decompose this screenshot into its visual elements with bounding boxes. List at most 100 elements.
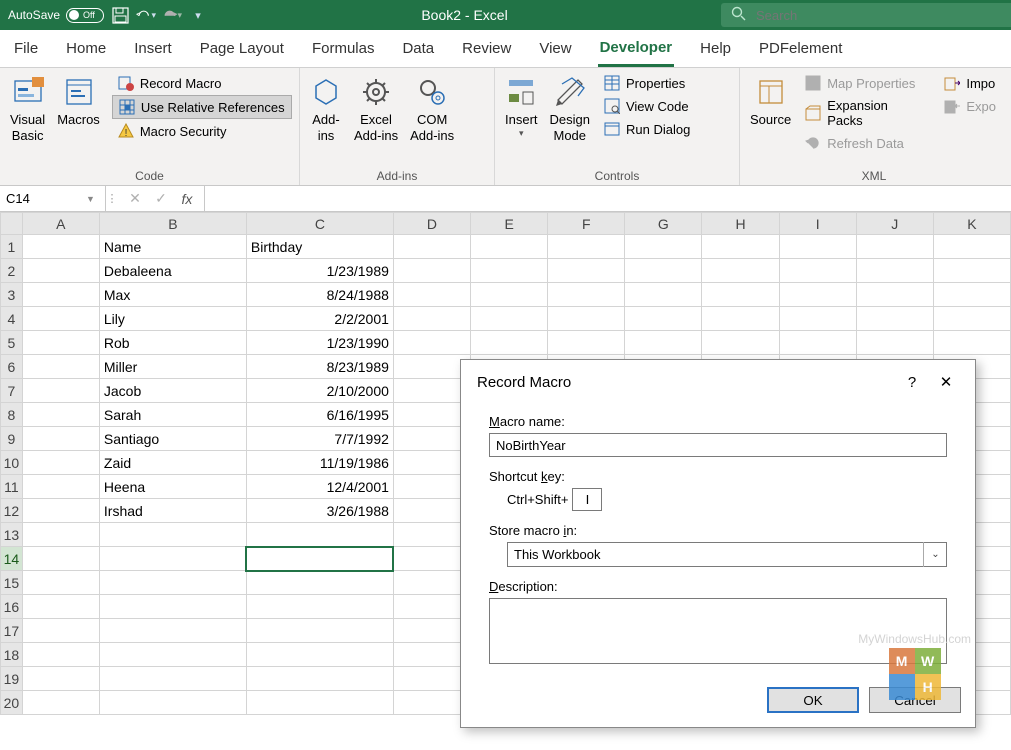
tab-pdfelement[interactable]: PDFelement bbox=[757, 32, 844, 65]
cell-D13[interactable] bbox=[393, 523, 470, 547]
cell-G4[interactable] bbox=[625, 307, 702, 331]
cell-D2[interactable] bbox=[393, 259, 470, 283]
description-textarea[interactable] bbox=[489, 598, 947, 664]
excel-addins-button[interactable]: Excel Add-ins bbox=[350, 72, 402, 167]
cell-J4[interactable] bbox=[856, 307, 933, 331]
cell-H5[interactable] bbox=[702, 331, 779, 355]
cell-F3[interactable] bbox=[548, 283, 625, 307]
cell-C8[interactable]: 6/16/1995 bbox=[246, 403, 393, 427]
cell-C2[interactable]: 1/23/1989 bbox=[246, 259, 393, 283]
col-header-G[interactable]: G bbox=[625, 213, 702, 235]
dialog-close-button[interactable]: ✕ bbox=[929, 373, 963, 391]
cell-C10[interactable]: 11/19/1986 bbox=[246, 451, 393, 475]
store-macro-select[interactable]: This Workbook bbox=[507, 542, 947, 567]
cell-J5[interactable] bbox=[856, 331, 933, 355]
tab-data[interactable]: Data bbox=[400, 32, 436, 65]
cell-B4[interactable]: Lily bbox=[99, 307, 246, 331]
search-box[interactable] bbox=[721, 3, 1011, 27]
cell-A20[interactable] bbox=[22, 691, 99, 715]
col-header-C[interactable]: C bbox=[246, 213, 393, 235]
name-box[interactable]: ▼ bbox=[0, 186, 106, 211]
cell-B15[interactable] bbox=[99, 571, 246, 595]
tab-review[interactable]: Review bbox=[460, 32, 513, 65]
cell-B12[interactable]: Irshad bbox=[99, 499, 246, 523]
cell-C1[interactable]: Birthday bbox=[246, 235, 393, 259]
cell-C4[interactable]: 2/2/2001 bbox=[246, 307, 393, 331]
cell-C14[interactable] bbox=[246, 547, 393, 571]
cell-F4[interactable] bbox=[548, 307, 625, 331]
cell-I1[interactable] bbox=[779, 235, 856, 259]
cell-D10[interactable] bbox=[393, 451, 470, 475]
cell-D17[interactable] bbox=[393, 619, 470, 643]
name-box-input[interactable] bbox=[6, 191, 82, 206]
cell-D19[interactable] bbox=[393, 667, 470, 691]
cell-B5[interactable]: Rob bbox=[99, 331, 246, 355]
row-header-11[interactable]: 11 bbox=[1, 475, 23, 499]
col-header-H[interactable]: H bbox=[702, 213, 779, 235]
cell-D8[interactable] bbox=[393, 403, 470, 427]
col-header-A[interactable]: A bbox=[22, 213, 99, 235]
cell-A6[interactable] bbox=[22, 355, 99, 379]
cell-E2[interactable] bbox=[471, 259, 548, 283]
cell-D3[interactable] bbox=[393, 283, 470, 307]
shortcut-key-input[interactable] bbox=[572, 488, 602, 511]
cell-A14[interactable] bbox=[22, 547, 99, 571]
cell-A4[interactable] bbox=[22, 307, 99, 331]
cell-A3[interactable] bbox=[22, 283, 99, 307]
cell-F2[interactable] bbox=[548, 259, 625, 283]
cell-D6[interactable] bbox=[393, 355, 470, 379]
cell-H2[interactable] bbox=[702, 259, 779, 283]
view-code-button[interactable]: View Code bbox=[598, 95, 696, 117]
cell-A1[interactable] bbox=[22, 235, 99, 259]
cell-I4[interactable] bbox=[779, 307, 856, 331]
macro-security-button[interactable]: ! Macro Security bbox=[112, 120, 292, 142]
cell-C20[interactable] bbox=[246, 691, 393, 715]
cell-I5[interactable] bbox=[779, 331, 856, 355]
row-header-20[interactable]: 20 bbox=[1, 691, 23, 715]
cell-K1[interactable] bbox=[933, 235, 1010, 259]
insert-control-button[interactable]: Insert ▾ bbox=[501, 72, 542, 167]
cell-B13[interactable] bbox=[99, 523, 246, 547]
cell-B6[interactable]: Miller bbox=[99, 355, 246, 379]
row-header-13[interactable]: 13 bbox=[1, 523, 23, 547]
cell-B10[interactable]: Zaid bbox=[99, 451, 246, 475]
cell-D5[interactable] bbox=[393, 331, 470, 355]
cell-C7[interactable]: 2/10/2000 bbox=[246, 379, 393, 403]
use-relative-references-button[interactable]: Use Relative References bbox=[112, 95, 292, 119]
cell-C16[interactable] bbox=[246, 595, 393, 619]
cell-A7[interactable] bbox=[22, 379, 99, 403]
macro-name-input[interactable] bbox=[489, 433, 947, 457]
customize-qat-icon[interactable]: ▾ bbox=[188, 5, 208, 25]
row-header-5[interactable]: 5 bbox=[1, 331, 23, 355]
tab-insert[interactable]: Insert bbox=[132, 32, 174, 65]
col-header-E[interactable]: E bbox=[471, 213, 548, 235]
search-input[interactable] bbox=[756, 8, 1001, 23]
row-header-18[interactable]: 18 bbox=[1, 643, 23, 667]
row-header-6[interactable]: 6 bbox=[1, 355, 23, 379]
cell-G1[interactable] bbox=[625, 235, 702, 259]
cell-C5[interactable]: 1/23/1990 bbox=[246, 331, 393, 355]
cell-A9[interactable] bbox=[22, 427, 99, 451]
row-header-19[interactable]: 19 bbox=[1, 667, 23, 691]
cell-D20[interactable] bbox=[393, 691, 470, 715]
cell-H3[interactable] bbox=[702, 283, 779, 307]
cell-E3[interactable] bbox=[471, 283, 548, 307]
cell-B1[interactable]: Name bbox=[99, 235, 246, 259]
tab-view[interactable]: View bbox=[537, 32, 573, 65]
tab-file[interactable]: File bbox=[12, 32, 40, 65]
cancel-button[interactable]: Cancel bbox=[869, 687, 961, 713]
undo-icon[interactable]: ▾ bbox=[136, 5, 156, 25]
cell-A19[interactable] bbox=[22, 667, 99, 691]
cell-F5[interactable] bbox=[548, 331, 625, 355]
cell-J2[interactable] bbox=[856, 259, 933, 283]
properties-button[interactable]: Properties bbox=[598, 72, 696, 94]
cell-I3[interactable] bbox=[779, 283, 856, 307]
cell-D4[interactable] bbox=[393, 307, 470, 331]
cell-B8[interactable]: Sarah bbox=[99, 403, 246, 427]
row-header-7[interactable]: 7 bbox=[1, 379, 23, 403]
cell-B17[interactable] bbox=[99, 619, 246, 643]
col-header-J[interactable]: J bbox=[856, 213, 933, 235]
cell-B11[interactable]: Heena bbox=[99, 475, 246, 499]
cell-G2[interactable] bbox=[625, 259, 702, 283]
row-header-4[interactable]: 4 bbox=[1, 307, 23, 331]
